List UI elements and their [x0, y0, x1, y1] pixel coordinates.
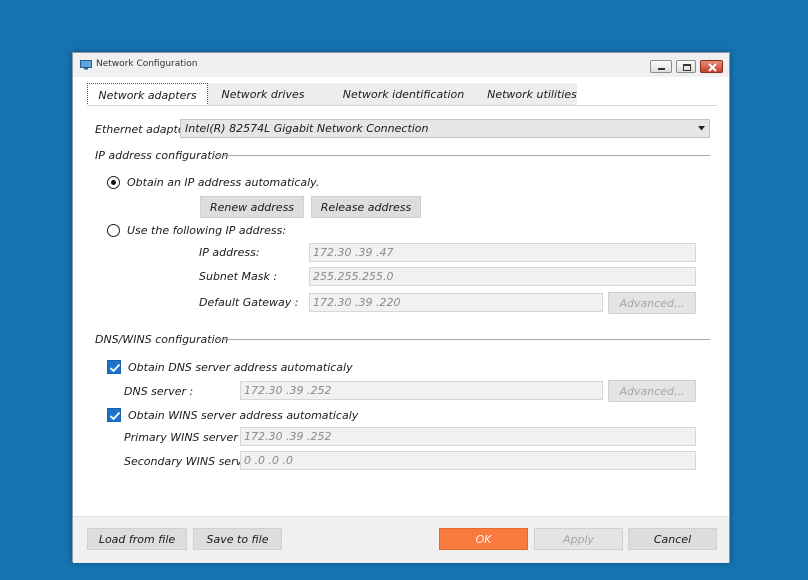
secondary-wins-field[interactable]: 0 .0 .0 .0	[240, 451, 696, 470]
tab-network-drives[interactable]: Network drives	[215, 83, 311, 106]
default-gateway-label: Default Gateway :	[199, 296, 299, 309]
tab-label: Network utilities	[487, 88, 577, 101]
cancel-button[interactable]: Cancel	[628, 528, 717, 550]
obtain-wins-auto-label: Obtain WINS server address automaticaly	[128, 409, 359, 422]
dialog-footer: Load from file Save to file OK Apply Can…	[73, 516, 729, 563]
release-address-label: Release address	[320, 201, 412, 214]
close-icon	[708, 63, 717, 72]
tab-label: Network drives	[221, 88, 305, 101]
checkmark-icon	[109, 411, 121, 421]
window-title: Network Configuration	[96, 59, 198, 69]
obtain-dns-auto-checkbox[interactable]	[107, 360, 121, 374]
close-button[interactable]	[700, 60, 723, 73]
dns-advanced-label: Advanced...	[619, 385, 685, 398]
network-configuration-window: Network Configuration Network adapters N…	[72, 52, 730, 563]
ok-button[interactable]: OK	[439, 528, 528, 550]
obtain-dns-auto-label: Obtain DNS server address automaticaly	[128, 361, 353, 374]
maximize-icon	[683, 64, 691, 71]
ethernet-adapter-label: Ethernet adapter:	[95, 123, 193, 136]
obtain-ip-auto-radio[interactable]	[107, 176, 120, 189]
ip-address-field[interactable]: 172.30 .39 .47	[309, 243, 696, 262]
apply-button[interactable]: Apply	[534, 528, 623, 550]
title-bar: Network Configuration	[73, 53, 729, 77]
load-from-file-button[interactable]: Load from file	[87, 528, 187, 550]
dns-wins-divider	[217, 339, 710, 340]
default-gateway-field[interactable]: 172.30 .39 .220	[309, 293, 603, 312]
tab-strip: Network adapters Network drives Network …	[87, 83, 577, 106]
maximize-button[interactable]	[676, 60, 696, 73]
tab-network-utilities[interactable]: Network utilities	[487, 83, 577, 106]
minimize-button[interactable]	[650, 60, 672, 73]
primary-wins-field[interactable]: 172.30 .39 .252	[240, 427, 696, 446]
tab-label: Network adapters	[98, 89, 197, 102]
use-following-ip-radio[interactable]	[107, 224, 120, 237]
primary-wins-label: Primary WINS server :	[124, 431, 246, 444]
tab-network-identification[interactable]: Network identification	[323, 83, 484, 106]
load-from-file-label: Load from file	[98, 533, 176, 546]
ip-config-divider	[213, 155, 710, 156]
save-to-file-label: Save to file	[206, 533, 269, 546]
renew-address-label: Renew address	[209, 201, 295, 214]
save-to-file-button[interactable]: Save to file	[193, 528, 282, 550]
obtain-ip-auto-label: Obtain an IP address automaticaly.	[127, 176, 320, 189]
tab-network-adapters[interactable]: Network adapters	[87, 83, 208, 106]
obtain-wins-auto-checkbox[interactable]	[107, 408, 121, 422]
minimize-icon	[658, 68, 665, 70]
dns-server-field[interactable]: 172.30 .39 .252	[240, 381, 603, 400]
gateway-advanced-button[interactable]: Advanced...	[608, 292, 696, 314]
ethernet-adapter-value: Intel(R) 82574L Gigabit Network Connecti…	[185, 122, 429, 135]
dns-advanced-button[interactable]: Advanced...	[608, 380, 696, 402]
subnet-mask-label: Subnet Mask :	[199, 270, 278, 283]
ethernet-adapter-dropdown[interactable]: Intel(R) 82574L Gigabit Network Connecti…	[180, 119, 710, 138]
renew-address-button[interactable]: Renew address	[200, 196, 304, 218]
dropdown-arrow-icon	[698, 126, 705, 131]
tab-divider	[87, 105, 717, 106]
gateway-advanced-label: Advanced...	[619, 297, 685, 310]
apply-label: Apply	[562, 533, 595, 546]
ip-address-label: IP address:	[199, 246, 260, 259]
dns-wins-section-title: DNS/WINS configuration	[95, 333, 229, 346]
ok-label: OK	[475, 533, 492, 546]
release-address-button[interactable]: Release address	[311, 196, 421, 218]
computer-icon	[80, 60, 92, 70]
radio-selected-dot	[110, 179, 116, 185]
dns-server-label: DNS server :	[124, 385, 194, 398]
checkmark-icon	[109, 363, 121, 373]
ip-config-section-title: IP address configuration	[95, 149, 229, 162]
use-following-ip-label: Use the following IP address:	[127, 224, 287, 237]
tab-label: Network identification	[342, 88, 465, 101]
cancel-label: Cancel	[653, 533, 692, 546]
secondary-wins-label: Secondary WINS server:	[124, 455, 258, 468]
subnet-mask-field[interactable]: 255.255.255.0	[309, 267, 696, 286]
